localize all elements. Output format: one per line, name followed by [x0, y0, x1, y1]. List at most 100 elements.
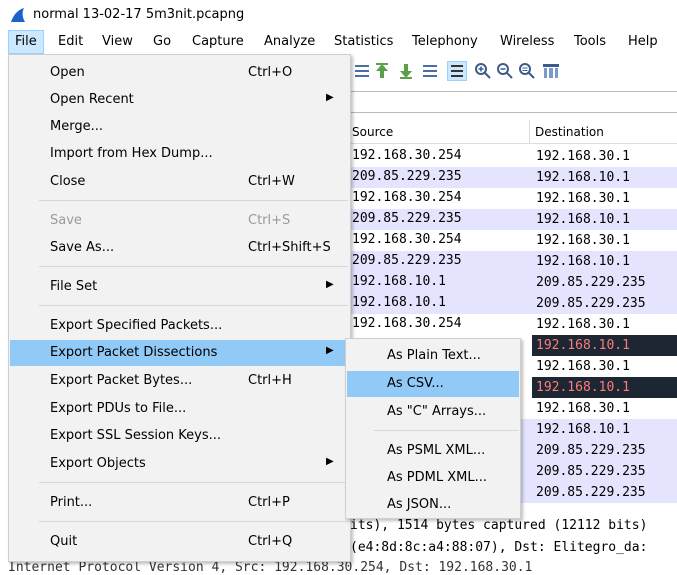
resize-columns-icon[interactable] — [542, 62, 560, 80]
menu-capture[interactable]: Capture — [186, 30, 250, 54]
go-first-icon[interactable] — [373, 62, 391, 80]
menu-item-import-hex-dump[interactable]: Import from Hex Dump... — [10, 141, 349, 167]
menu-item-quit[interactable]: Quit Ctrl+Q — [10, 529, 349, 555]
menu-wireless[interactable]: Wireless — [494, 30, 560, 54]
column-header-source[interactable]: Source — [350, 120, 530, 144]
packet-destination: 192.168.10.1 — [532, 377, 677, 398]
menu-item-open-recent[interactable]: Open Recent ▶ — [10, 87, 349, 113]
packet-destination: 192.168.30.1 — [536, 149, 630, 164]
menu-item-label: Open Recent — [50, 92, 134, 107]
detail-ethernet-line[interactable]: (e4:8d:8c:a4:88:07), Dst: Elitegro_da: — [350, 540, 647, 555]
menu-separator — [39, 200, 348, 201]
submenu-item-json[interactable]: As JSON... — [347, 492, 519, 518]
menu-item-label: Open — [50, 65, 85, 80]
menu-separator — [39, 521, 348, 522]
menu-file[interactable]: File — [8, 30, 44, 54]
wireshark-fin-icon — [11, 8, 25, 22]
menu-item-label: Import from Hex Dump... — [50, 146, 213, 161]
menu-item-export-ssl-keys[interactable]: Export SSL Session Keys... — [10, 423, 349, 449]
menu-item-label: Merge... — [50, 119, 103, 134]
packet-destination: 209.85.229.235 — [536, 443, 646, 458]
menu-statistics[interactable]: Statistics — [328, 30, 399, 54]
menu-item-merge[interactable]: Merge... — [10, 114, 349, 140]
zoom-out-icon[interactable] — [496, 62, 514, 80]
detail-frame-line[interactable]: its), 1514 bytes captured (12112 bits) — [350, 518, 647, 533]
file-menu: Open Ctrl+O Open Recent ▶ Merge... Import … — [8, 54, 351, 562]
menu-edit[interactable]: Edit — [52, 30, 89, 54]
triangle-right-icon: ▶ — [326, 345, 334, 356]
triangle-right-icon: ▶ — [326, 92, 334, 103]
menu-view[interactable]: View — [96, 30, 139, 54]
export-dissections-submenu: As Plain Text... As CSV... As "C" Arrays… — [345, 338, 521, 519]
packet-destination: 209.85.229.235 — [536, 485, 646, 500]
packet-destination: 192.168.10.1 — [536, 254, 630, 269]
menu-item-label: Export Specified Packets... — [50, 318, 223, 333]
submenu-item-psml-xml[interactable]: As PSML XML... — [347, 438, 519, 464]
menu-item-open[interactable]: Open Ctrl+O — [10, 60, 349, 86]
packet-destination: 192.168.30.1 — [536, 317, 630, 332]
submenu-item-label: As Plain Text... — [387, 348, 481, 363]
packet-source: 192.168.10.1 — [352, 274, 446, 289]
packet-source: 192.168.10.1 — [352, 295, 446, 310]
menu-item-label: Export Objects — [50, 456, 146, 471]
menu-item-label: Quit — [50, 534, 78, 549]
column-header-destination[interactable]: Destination — [530, 120, 677, 144]
menu-bar: File Edit View Go Capture Analyze Statis… — [0, 30, 677, 54]
packet-row[interactable]: 192.168.30.254 192.168.30.1 — [350, 146, 677, 167]
packet-destination: 192.168.10.1 — [536, 170, 630, 185]
submenu-item-pdml-xml[interactable]: As PDML XML... — [347, 465, 519, 491]
menu-item-label: Export Packet Bytes... — [50, 373, 193, 388]
menu-item-export-packet-bytes[interactable]: Export Packet Bytes... Ctrl+H — [10, 368, 349, 394]
menu-item-print[interactable]: Print... Ctrl+P — [10, 490, 349, 516]
align-icon[interactable] — [353, 62, 371, 80]
menu-item-shortcut: Ctrl+Q — [248, 534, 293, 549]
menu-item-shortcut: Ctrl+S — [248, 213, 291, 228]
menu-help[interactable]: Help — [622, 30, 664, 54]
menu-analyze[interactable]: Analyze — [258, 30, 321, 54]
packet-row[interactable]: 192.168.10.1 209.85.229.235 — [350, 293, 677, 314]
triangle-right-icon: ▶ — [326, 456, 334, 467]
menu-tools[interactable]: Tools — [568, 30, 612, 54]
packet-row[interactable]: 192.168.30.254 192.168.30.1 — [350, 314, 677, 335]
packet-destination: 209.85.229.235 — [536, 296, 646, 311]
submenu-item-label: As PSML XML... — [387, 443, 486, 458]
submenu-item-plain-text[interactable]: As Plain Text... — [347, 343, 519, 369]
packet-row[interactable]: 192.168.30.254 192.168.30.1 — [350, 188, 677, 209]
packet-source: 209.85.229.235 — [352, 211, 462, 226]
menu-item-export-packet-dissections[interactable]: Export Packet Dissections ▶ — [10, 340, 349, 366]
title-bar: normal 13-02-17 5m3nit.pcapng — [0, 0, 677, 30]
menu-go[interactable]: Go — [147, 30, 177, 54]
detail-ip-line[interactable]: Internet Protocol Version 4, Src: 192.16… — [8, 560, 532, 575]
menu-separator — [39, 266, 348, 267]
go-last-icon[interactable] — [397, 62, 415, 80]
menu-item-export-objects[interactable]: Export Objects ▶ — [10, 451, 349, 477]
submenu-item-c-arrays[interactable]: As "C" Arrays... — [347, 399, 519, 425]
menu-item-label: Export SSL Session Keys... — [50, 428, 222, 443]
packet-row[interactable]: 209.85.229.235 192.168.10.1 — [350, 209, 677, 230]
zoom-normal-icon[interactable] — [518, 62, 536, 80]
submenu-item-csv[interactable]: As CSV... — [347, 371, 519, 397]
display-filter-input[interactable] — [350, 91, 677, 113]
menu-item-shortcut: Ctrl+Shift+S — [248, 240, 331, 255]
packet-row[interactable]: 192.168.10.1 209.85.229.235 — [350, 272, 677, 293]
menu-telephony[interactable]: Telephony — [406, 30, 484, 54]
packet-row[interactable]: 209.85.229.235 192.168.10.1 — [350, 251, 677, 272]
colorize-icon[interactable] — [447, 61, 467, 81]
autoscroll-icon[interactable] — [421, 62, 439, 80]
packet-destination: 192.168.30.1 — [536, 233, 630, 248]
menu-item-close[interactable]: Close Ctrl+W — [10, 169, 349, 195]
menu-item-export-specified-packets[interactable]: Export Specified Packets... — [10, 313, 349, 339]
packet-destination: 192.168.30.1 — [536, 401, 630, 416]
packet-row[interactable]: 209.85.229.235 192.168.10.1 — [350, 167, 677, 188]
menu-item-file-set[interactable]: File Set ▶ — [10, 274, 349, 300]
packet-row[interactable]: 192.168.30.254 192.168.30.1 — [350, 230, 677, 251]
packet-destination: 192.168.30.1 — [536, 191, 630, 206]
menu-item-save-as[interactable]: Save As... Ctrl+Shift+S — [10, 235, 349, 261]
packet-source: 192.168.30.254 — [352, 148, 462, 163]
packet-source: 192.168.30.254 — [352, 190, 462, 205]
menu-item-export-pdus[interactable]: Export PDUs to File... — [10, 396, 349, 422]
menu-item-save: Save Ctrl+S — [10, 208, 349, 234]
submenu-separator — [374, 430, 519, 431]
packet-destination: 192.168.30.1 — [536, 359, 630, 374]
zoom-in-icon[interactable] — [474, 62, 492, 80]
